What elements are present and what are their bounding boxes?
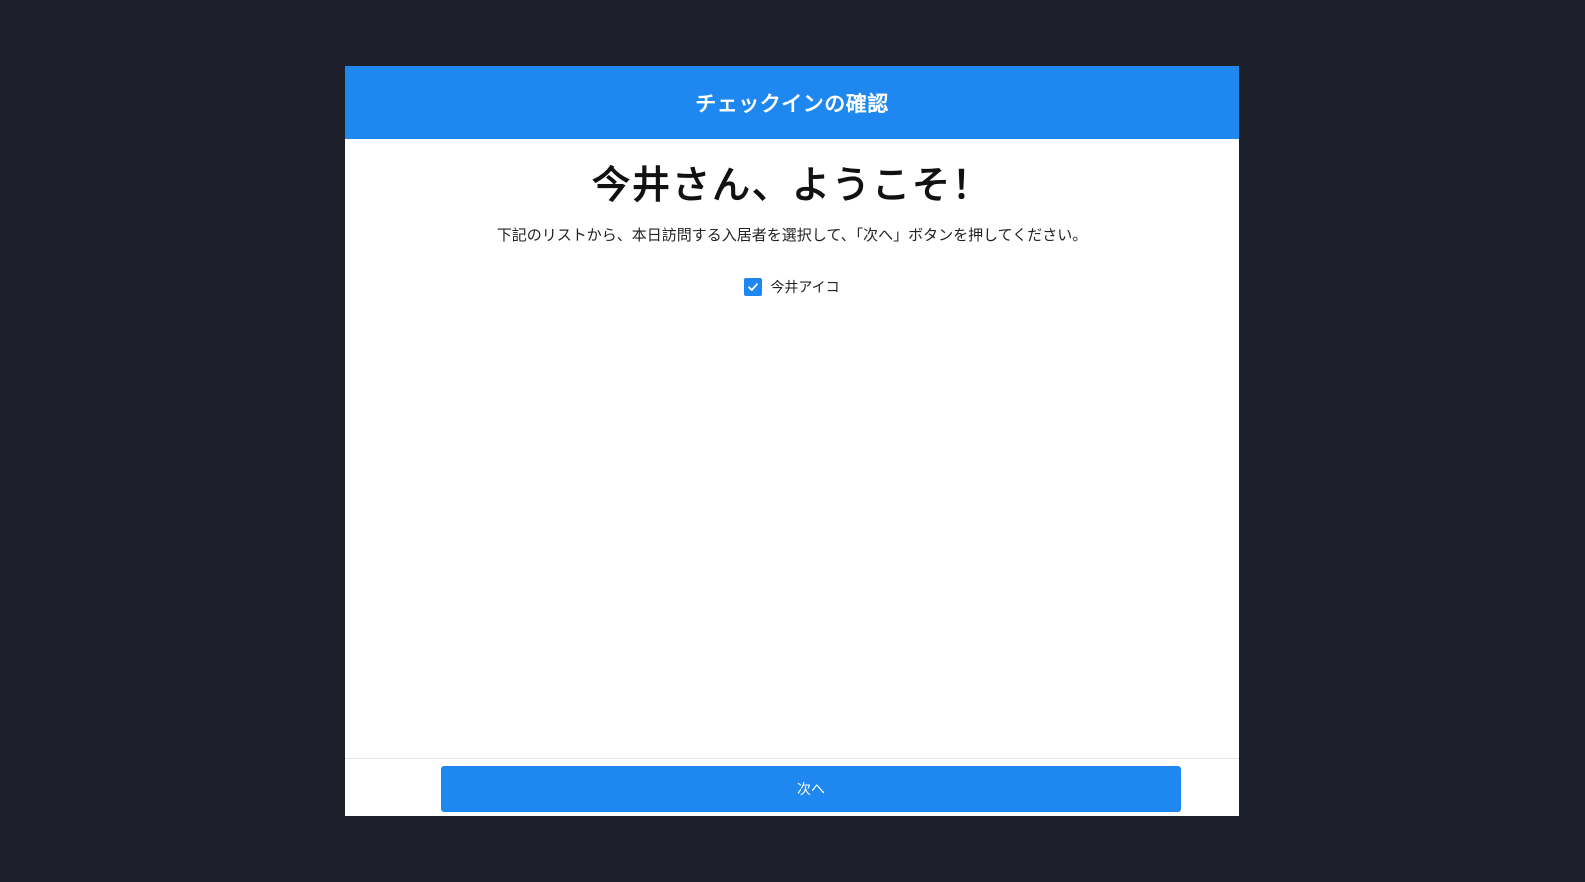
dialog-footer: 次へ [345, 758, 1239, 816]
check-icon [748, 283, 759, 291]
dialog-title: チェックインの確認 [695, 91, 889, 116]
checkin-dialog: チェックインの確認 今井さん、ようこそ！ 下記のリストから、本日訪問する入居者を… [345, 66, 1239, 816]
dialog-header: チェックインの確認 [345, 66, 1239, 139]
dialog-body: 今井さん、ようこそ！ 下記のリストから、本日訪問する入居者を選択して、「次へ」ボ… [345, 139, 1239, 758]
resident-checkbox[interactable] [744, 278, 763, 296]
resident-list: 今井アイコ [345, 277, 1239, 297]
next-button[interactable]: 次へ [441, 766, 1181, 812]
resident-name: 今井アイコ [770, 280, 840, 296]
instructions-text: 下記のリストから、本日訪問する入居者を選択して、「次へ」ボタンを押してください。 [496, 226, 1088, 244]
welcome-heading: 今井さん、ようこそ！ [591, 163, 992, 207]
resident-item[interactable]: 今井アイコ [744, 277, 840, 297]
